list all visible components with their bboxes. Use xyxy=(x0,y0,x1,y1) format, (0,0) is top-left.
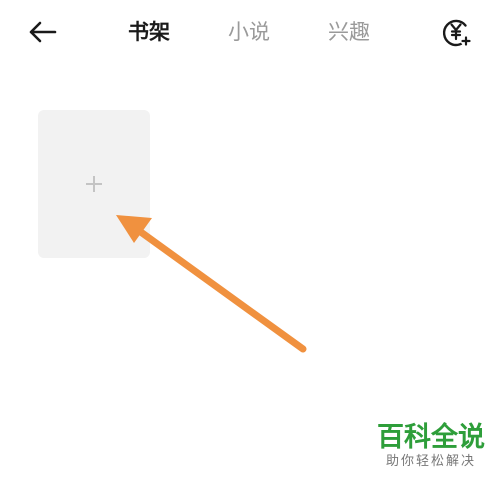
yuan-coin-plus-icon xyxy=(442,19,472,47)
coin-recharge-button[interactable] xyxy=(440,15,474,49)
watermark-logo: 百科全说 助你轻松解决 xyxy=(372,422,490,470)
arrow-left-icon xyxy=(29,21,57,43)
tab-interest[interactable]: 兴趣 xyxy=(328,17,370,47)
watermark-title: 百科全说 xyxy=(377,422,485,453)
plus-icon xyxy=(86,176,102,192)
tab-novel[interactable]: 小说 xyxy=(228,17,270,47)
tab-bookshelf[interactable]: 书架 xyxy=(128,17,170,47)
back-button[interactable] xyxy=(22,14,62,50)
add-book-card[interactable] xyxy=(38,110,150,258)
watermark-subtitle: 助你轻松解决 xyxy=(385,454,476,469)
top-navigation-bar: 书架 小说 兴趣 xyxy=(0,0,500,66)
bookshelf-screen: 书架 小说 兴趣 百科全说 助你轻松解决 xyxy=(0,0,500,482)
